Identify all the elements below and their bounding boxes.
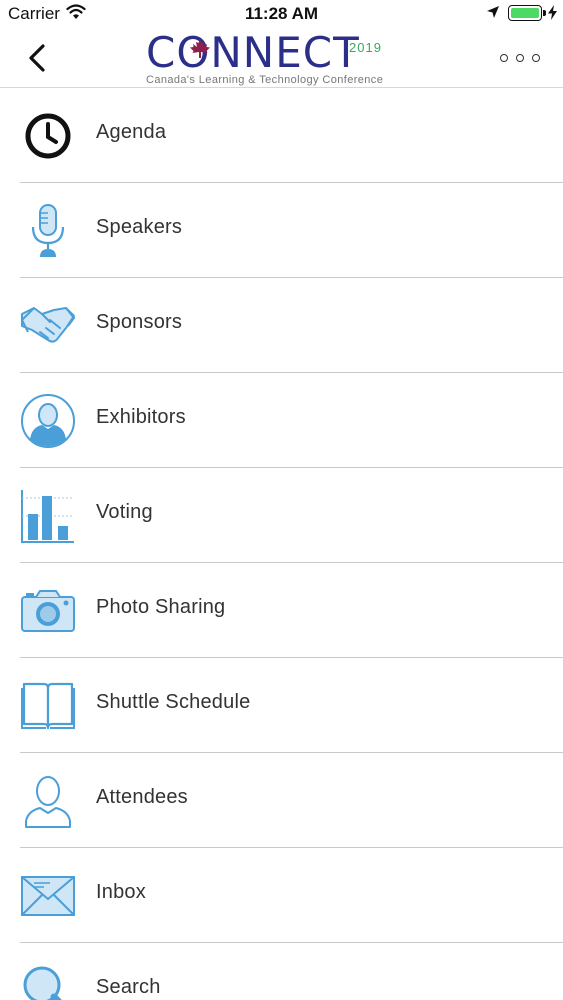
clock-icon [20, 108, 76, 164]
book-icon [20, 678, 76, 734]
menu-item-label: Attendees [96, 786, 188, 808]
menu-item-label: Inbox [96, 881, 146, 903]
menu-item-label: Agenda [96, 121, 167, 143]
menu-item-label: Search [96, 976, 161, 998]
menu-item-exhibitors[interactable]: Exhibitors [0, 373, 563, 468]
navigation-bar: CONNECT 2019 Canada's Learning & Technol… [0, 28, 563, 88]
logo-year: 2019 [349, 40, 382, 55]
connect-logo: CONNECT 2019 Canada's Learning & Technol… [142, 28, 422, 88]
handshake-icon [20, 298, 76, 354]
magnifier-icon [20, 963, 76, 1000]
microphone-icon [20, 203, 76, 259]
menu-item-label: Exhibitors [96, 406, 186, 428]
menu-item-shuttle-schedule[interactable]: Shuttle Schedule [0, 658, 563, 753]
main-menu: Agenda Speakers Sponsors Exhibitors Voti… [0, 88, 563, 1000]
chevron-left-icon [29, 44, 45, 72]
envelope-icon [20, 868, 76, 924]
menu-item-label: Speakers [96, 216, 183, 238]
menu-item-label: Shuttle Schedule [96, 691, 251, 713]
menu-item-sponsors[interactable]: Sponsors [0, 278, 563, 373]
charging-bolt-icon [548, 5, 557, 20]
clock-time: 11:28 AM [244, 4, 319, 23]
menu-item-label: Voting [96, 501, 153, 523]
status-bar: Carrier 11:28 AM [0, 0, 563, 30]
battery-level-fill [511, 8, 539, 18]
logo-wordmark: CONNECT [146, 28, 360, 77]
back-button[interactable] [22, 40, 52, 76]
logo-subtitle: Canada's Learning & Technology Conferenc… [146, 74, 384, 86]
menu-item-agenda[interactable]: Agenda [0, 88, 563, 183]
ellipsis-dot [516, 54, 524, 62]
more-options-button[interactable] [500, 50, 540, 66]
menu-item-voting[interactable]: Voting [0, 468, 563, 563]
ellipsis-dot [532, 54, 540, 62]
bar-chart-icon [20, 488, 76, 544]
maple-leaf-icon [190, 39, 210, 58]
menu-item-photo-sharing[interactable]: Photo Sharing [0, 563, 563, 658]
menu-item-label: Photo Sharing [96, 596, 226, 618]
menu-item-speakers[interactable]: Speakers [0, 183, 563, 278]
ellipsis-dot [500, 54, 508, 62]
battery-cap [543, 10, 546, 16]
camera-icon [20, 583, 76, 639]
location-arrow-icon [487, 6, 499, 18]
battery-icon [508, 5, 542, 21]
person-circle-icon [20, 393, 76, 449]
menu-item-search[interactable]: Search [0, 943, 563, 1000]
menu-item-label: Sponsors [96, 311, 183, 333]
menu-item-attendees[interactable]: Attendees [0, 753, 563, 848]
user-outline-icon [20, 773, 76, 829]
menu-item-inbox[interactable]: Inbox [0, 848, 563, 943]
